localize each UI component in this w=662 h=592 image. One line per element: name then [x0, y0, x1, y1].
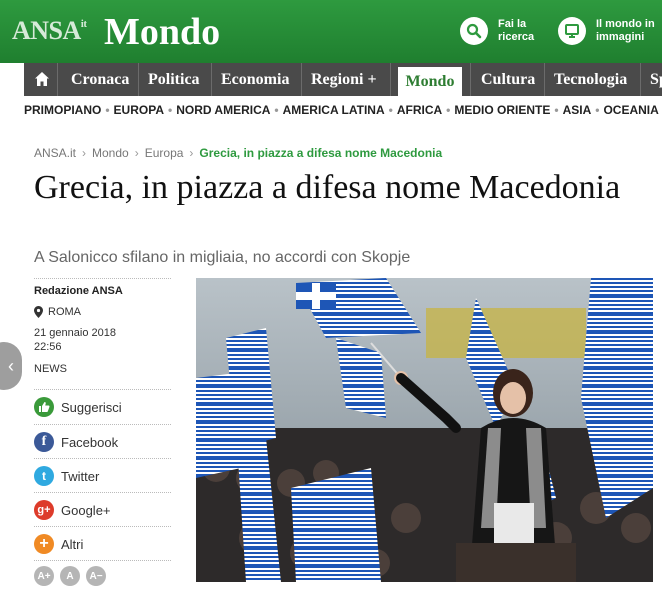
search-label-line1: Fai la — [498, 18, 527, 30]
nav-tecnologia[interactable]: Tecnologia — [554, 63, 627, 96]
more-share-button[interactable]: + Altri — [34, 527, 171, 561]
search-icon — [460, 17, 488, 45]
article-title: Grecia, in piazza a difesa nome Macedoni… — [34, 169, 621, 206]
article-author: Redazione ANSA — [34, 285, 123, 297]
ansa-logo[interactable]: ANSAit — [12, 16, 87, 46]
nav-regioni[interactable]: Regioni + — [311, 63, 377, 96]
section-title[interactable]: Mondo — [104, 10, 220, 54]
nav-cronaca[interactable]: Cronaca — [71, 63, 129, 96]
subnav-america-latina[interactable]: AMERICA LATINA — [283, 103, 385, 117]
site-header: ANSAit Mondo Fai la ricerca Il mondo in … — [0, 0, 662, 63]
font-decrease-button[interactable]: A− — [86, 566, 106, 586]
facebook-share-button[interactable]: f Facebook — [34, 425, 171, 459]
carousel-prev-button[interactable]: ‹ — [0, 342, 22, 390]
chevron-left-icon: ‹ — [8, 355, 14, 376]
twitter-icon: t — [34, 466, 54, 486]
font-reset-button[interactable]: A — [60, 566, 80, 586]
article-date: 21 gennaio 2018 — [34, 327, 116, 339]
article-time: 22:56 — [34, 341, 62, 353]
sub-nav: PRIMOPIANO • EUROPA • NORD AMERICA • AMERICA L… — [24, 103, 659, 117]
breadcrumb: ANSA.it › Mondo › Europa › Grecia, in piazza a… — [34, 146, 443, 160]
slideshow-icon — [558, 17, 586, 45]
gallery-label-line2: immagini — [596, 31, 645, 43]
breadcrumb-home[interactable]: ANSA.it — [34, 146, 76, 160]
thumbs-up-icon — [34, 397, 54, 417]
subnav-asia[interactable]: ASIA — [563, 103, 592, 117]
suggest-button[interactable]: Suggerisci — [34, 390, 171, 424]
home-button[interactable] — [24, 63, 57, 96]
nav-cultura[interactable]: Cultura — [481, 63, 535, 96]
suggest-label: Suggerisci — [61, 399, 122, 415]
twitter-share-button[interactable]: t Twitter — [34, 459, 171, 493]
gallery-label-line1: Il mondo in — [596, 18, 655, 30]
subnav-nord-america[interactable]: NORD AMERICA — [176, 103, 270, 117]
protest-photo-illustration — [196, 278, 653, 582]
nav-economia[interactable]: Economia — [221, 63, 289, 96]
subnav-africa[interactable]: AFRICA — [397, 103, 442, 117]
subnav-oceania[interactable]: OCEANIA — [603, 103, 658, 117]
google-plus-icon: g+ — [34, 500, 54, 520]
nav-mondo-active[interactable]: Mondo — [398, 67, 462, 96]
twitter-label: Twitter — [61, 468, 100, 484]
breadcrumb-current: Grecia, in piazza a difesa nome Macedoni… — [199, 146, 443, 160]
search-label-line2: ricerca — [498, 31, 535, 43]
googleplus-share-button[interactable]: g+ Google+ — [34, 493, 171, 527]
nav-politica[interactable]: Politica — [148, 63, 200, 96]
location-pin-icon — [34, 306, 43, 318]
breadcrumb-mondo[interactable]: Mondo — [92, 146, 129, 160]
article-location: ROMA — [48, 306, 81, 318]
article-subtitle: A Salonicco sfilano in migliaia, no acco… — [34, 249, 411, 266]
googleplus-label: Google+ — [61, 502, 111, 518]
nav-sport[interactable]: Sp — [650, 63, 662, 96]
search-button[interactable]: Fai la ricerca — [460, 17, 534, 45]
subnav-primopiano[interactable]: PRIMOPIANO — [24, 103, 101, 117]
article-photo[interactable] — [196, 278, 653, 582]
subnav-medio-oriente[interactable]: MEDIO ORIENTE — [454, 103, 550, 117]
home-icon — [35, 72, 49, 86]
plus-icon: + — [34, 534, 54, 554]
photo-gallery-button[interactable]: Il mondo in immagini — [558, 17, 655, 45]
main-nav: Cronaca Politica Economia Regioni + Mond… — [24, 63, 662, 96]
facebook-label: Facebook — [61, 434, 119, 450]
subnav-europa[interactable]: EUROPA — [114, 103, 164, 117]
article-meta: Redazione ANSA ROMA 21 gennaio 2018 22:5… — [34, 278, 171, 376]
article-category[interactable]: NEWS — [34, 362, 171, 376]
font-increase-button[interactable]: A+ — [34, 566, 54, 586]
more-label: Altri — [61, 536, 84, 552]
facebook-icon: f — [34, 432, 54, 452]
breadcrumb-europa[interactable]: Europa — [145, 146, 184, 160]
